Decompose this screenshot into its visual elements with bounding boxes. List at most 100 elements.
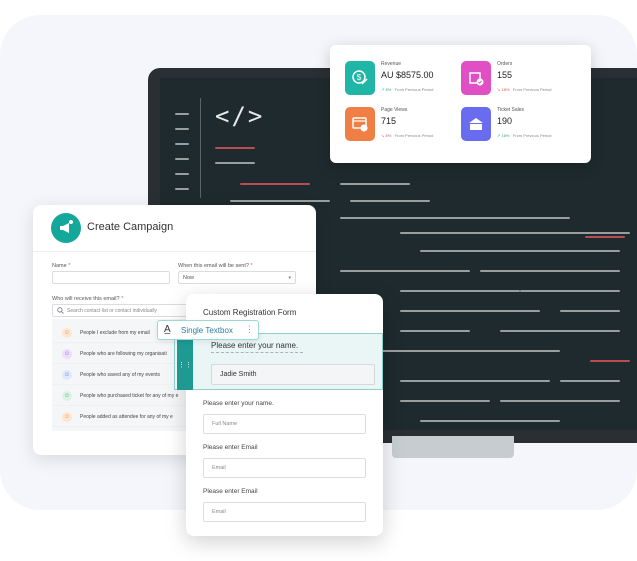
dashed-underline — [211, 352, 303, 353]
search-placeholder: Search contact list or contact individua… — [67, 308, 158, 314]
code-line — [175, 173, 189, 175]
person-icon: ☺ — [62, 412, 72, 422]
code-line — [230, 200, 330, 202]
stat-revenue[interactable]: $ Revenue AU $8575.00 ↗ 8% From Previous… — [345, 61, 465, 101]
required-mark: * — [250, 263, 253, 269]
code-line — [560, 380, 620, 382]
email-input[interactable]: Email — [203, 502, 366, 522]
chip-label: Single Textbox — [181, 326, 233, 335]
stat-value: 190 — [497, 116, 513, 126]
stat-ticket-sales[interactable]: Ticket Sales 190 ↗ 18% From Previous Per… — [461, 107, 581, 147]
field-label: Please enter your name. — [203, 400, 274, 407]
list-item-label: People who saved any of my events — [80, 372, 161, 378]
code-line — [400, 290, 520, 292]
when-label-text: When this email will be sent? — [178, 263, 249, 269]
code-line — [240, 183, 310, 185]
form-title: Custom Registration Form — [203, 308, 297, 317]
orders-icon — [461, 61, 491, 95]
trend-percent: 8% — [385, 87, 392, 92]
code-line — [340, 183, 410, 185]
stat-label: Page Views — [381, 107, 408, 113]
stat-trend: ↗ 8% From Previous Period — [381, 87, 433, 92]
person-icon: ☺ — [62, 349, 72, 359]
required-mark: * — [121, 296, 124, 302]
who-label-text: Who will receive this email? — [52, 296, 120, 302]
editor-gutter — [200, 98, 201, 198]
code-icon: </> — [215, 102, 265, 130]
stat-label: Revenue — [381, 61, 402, 67]
stat-trend: ↗ 18% From Previous Period — [497, 133, 552, 138]
code-line — [480, 270, 620, 272]
stat-trend: ↘ 8% From Previous Period — [381, 133, 433, 138]
trend-text: From Previous Period — [512, 133, 552, 138]
drag-handle-icon[interactable]: ⋮⋮ — [177, 340, 193, 390]
stat-value: 155 — [497, 70, 513, 80]
code-line — [590, 360, 630, 362]
trend-percent: 8% — [385, 133, 392, 138]
code-line — [420, 250, 620, 252]
email-input[interactable]: Email — [203, 458, 366, 478]
divider — [33, 251, 316, 252]
text-field-icon: A̲ — [164, 324, 171, 335]
stat-label: Orders — [497, 61, 513, 67]
trend-down-icon: ↘ — [497, 87, 501, 92]
code-line — [175, 113, 189, 115]
code-line — [175, 188, 189, 190]
browser-icon — [345, 107, 375, 141]
stat-page-views[interactable]: Page Views 715 ↘ 8% From Previous Period — [345, 107, 465, 147]
trend-text: From Previous Period — [394, 87, 434, 92]
more-options-icon[interactable]: ⋮ — [245, 324, 254, 335]
code-line — [400, 330, 470, 332]
chevron-down-icon: ▾ — [288, 275, 291, 281]
trend-text: From Previous Period — [512, 87, 552, 92]
code-line — [500, 400, 620, 402]
stat-orders[interactable]: Orders 155 ↘ 18% From Previous Period — [461, 61, 581, 101]
selected-field-label: Please enter your name. — [211, 341, 299, 350]
trend-up-icon: ↗ — [497, 133, 501, 138]
stat-label: Ticket Sales — [497, 107, 525, 113]
megaphone-icon — [51, 213, 81, 243]
code-line — [520, 290, 620, 292]
code-line — [215, 162, 255, 164]
dollar-icon: $ — [345, 61, 375, 95]
list-item-label: People who purchased ticket for any of m… — [80, 393, 179, 399]
trend-percent: 18% — [501, 87, 510, 92]
field-label: Please enter Email — [203, 444, 258, 451]
full-name-input[interactable]: Full Name — [203, 414, 366, 434]
stat-trend: ↘ 18% From Previous Period — [497, 87, 552, 92]
name-input[interactable] — [52, 271, 170, 284]
code-line — [350, 200, 430, 202]
code-line — [175, 158, 189, 160]
stat-value: 715 — [381, 116, 397, 126]
code-line — [560, 310, 620, 312]
single-textbox-chip[interactable]: A̲ Single Textbox ⋮ — [157, 320, 259, 340]
code-line — [585, 236, 625, 238]
field-label: Please enter Email — [203, 488, 258, 495]
stat-value: AU $8575.00 — [381, 70, 434, 80]
ticket-icon — [461, 107, 491, 141]
code-line — [420, 420, 560, 422]
code-line — [340, 217, 570, 219]
when-select[interactable]: Now ▾ — [178, 271, 296, 284]
code-line — [400, 400, 490, 402]
svg-text:$: $ — [357, 73, 362, 82]
trend-down-icon: ↘ — [381, 133, 385, 138]
trend-percent: 18% — [501, 133, 510, 138]
person-icon: ☺ — [62, 370, 72, 380]
name-label-text: Name — [52, 263, 67, 269]
when-label: When this email will be sent? * — [178, 263, 253, 269]
code-line — [340, 270, 470, 272]
code-line — [400, 310, 540, 312]
search-icon — [57, 307, 64, 316]
who-label: Who will receive this email? * — [52, 296, 123, 302]
code-line — [175, 128, 189, 130]
code-line — [215, 147, 255, 149]
name-input-filled[interactable]: Jadie Smith — [211, 364, 375, 385]
name-label: Name * — [52, 263, 70, 269]
when-select-value: Now — [183, 275, 195, 281]
person-icon: ☺ — [62, 328, 72, 338]
code-line — [500, 330, 620, 332]
person-icon: ☺ — [62, 391, 72, 401]
monitor-stand — [392, 436, 514, 458]
code-line — [400, 380, 550, 382]
